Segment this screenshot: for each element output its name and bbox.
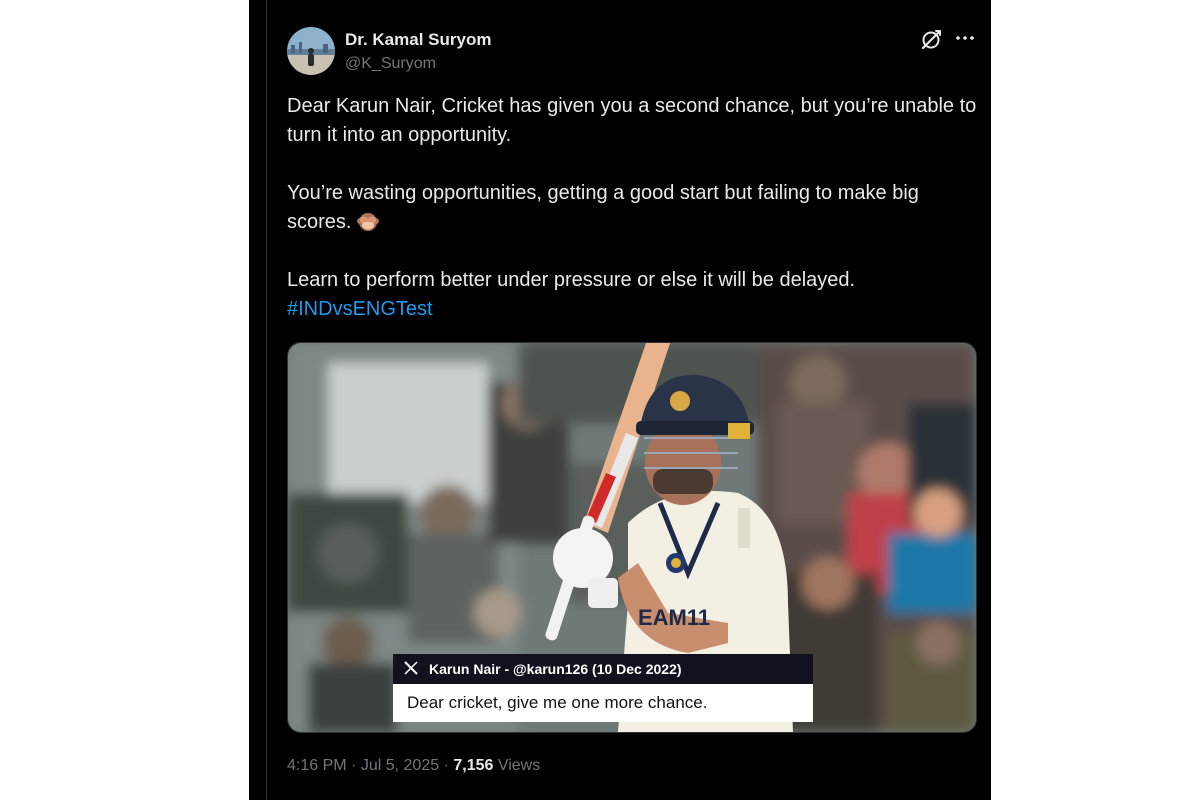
grok-icon[interactable] bbox=[919, 28, 943, 52]
quoted-author: Karun Nair - @karun126 (10 Dec 2022) bbox=[429, 661, 682, 677]
tweet-card: Dr. Kamal Suryom @K_Suryom Dear Karun Na… bbox=[249, 0, 991, 800]
views-count: 7,156 bbox=[453, 757, 494, 774]
meta-separator: · bbox=[351, 757, 357, 774]
more-icon[interactable] bbox=[953, 26, 977, 50]
tweet-paragraph-2-text: You’re wasting opportunities, getting a … bbox=[287, 182, 919, 233]
author-display-name[interactable]: Dr. Kamal Suryom bbox=[345, 30, 491, 50]
quote-caption-body: Dear cricket, give me one more chance. bbox=[393, 684, 813, 722]
see-no-evil-monkey-emoji bbox=[357, 210, 380, 232]
author-handle[interactable]: @K_Suryom bbox=[345, 54, 436, 74]
tweet-time[interactable]: 4:16 PM bbox=[287, 757, 347, 774]
x-logo-icon bbox=[403, 660, 419, 676]
avatar-image bbox=[287, 27, 335, 75]
views-label: Views bbox=[497, 757, 541, 774]
tweet-paragraph-1: Dear Karun Nair, Cricket has given you a… bbox=[287, 95, 977, 146]
tweet-date[interactable]: Jul 5, 2025 bbox=[361, 757, 439, 774]
tweet-paragraph-3: Learn to perform better under pressure o… bbox=[287, 269, 856, 291]
jersey-sponsor-text: EAM11 bbox=[638, 605, 710, 630]
column-divider bbox=[266, 0, 267, 800]
meta-separator-2: · bbox=[443, 757, 449, 774]
hashtag-link[interactable]: #INDvsENGTest bbox=[287, 298, 433, 320]
tweet-media[interactable]: EAM11 Karun Nair - @karun126 (10 Dec 202… bbox=[287, 342, 977, 733]
quoted-text: Dear cricket, give me one more chance. bbox=[407, 693, 708, 712]
avatar[interactable] bbox=[287, 27, 335, 75]
tweet-paragraph-2: You’re wasting opportunities, getting a … bbox=[287, 179, 977, 237]
quote-caption-header: Karun Nair - @karun126 (10 Dec 2022) bbox=[393, 654, 813, 684]
tweet-text: Dear Karun Nair, Cricket has given you a… bbox=[287, 92, 977, 324]
tweet-meta: 4:16 PM · Jul 5, 2025 · 7,156 Views bbox=[287, 756, 540, 776]
